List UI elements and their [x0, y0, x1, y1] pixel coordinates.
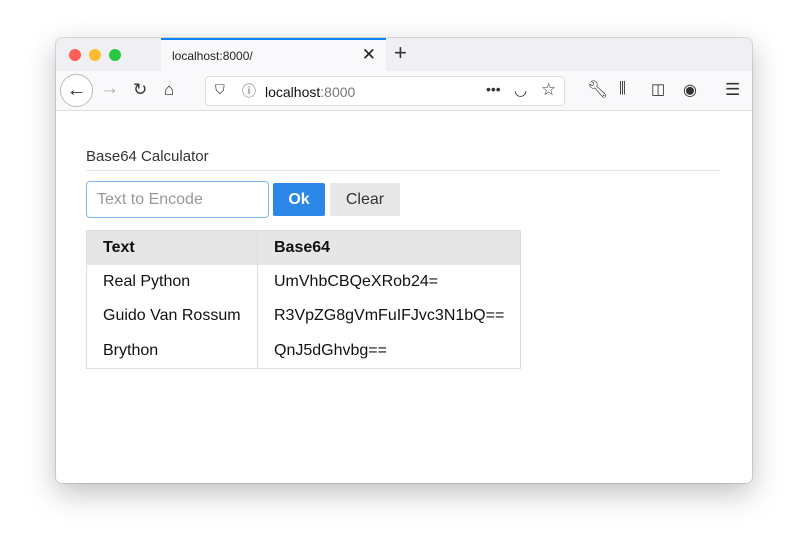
url-port: :8000 [320, 84, 356, 100]
tab-title: localhost:8000/ [172, 49, 253, 63]
header-base64: Base64 [257, 230, 521, 265]
table-row: Brython QnJ5dGhvbg== [86, 333, 521, 368]
forward-icon[interactable]: → [100, 78, 119, 100]
info-icon[interactable]: ⓘ [242, 81, 256, 101]
new-tab-icon[interactable]: + [394, 40, 407, 66]
cell-text: Real Python [86, 264, 258, 299]
minimize-window-button[interactable] [89, 49, 101, 61]
results-table: Text Base64 Real Python UmVhbCBQeXRob24= G… [86, 230, 521, 369]
maximize-window-button[interactable] [109, 49, 121, 61]
text-to-encode-input[interactable] [86, 181, 269, 218]
home-icon[interactable]: ⌂ [164, 80, 174, 100]
reload-icon[interactable]: ↻ [133, 80, 147, 100]
cell-base64: QnJ5dGhvbg== [274, 341, 387, 359]
url-bar[interactable]: ⛉ ⓘ localhost:8000 ••• ◡ ☆ [205, 76, 565, 106]
bookmark-star-icon[interactable]: ☆ [541, 80, 556, 100]
tab-strip: localhost:8000/ ✕ + [56, 38, 752, 71]
close-tab-icon[interactable]: ✕ [362, 45, 376, 65]
cell-base64: UmVhbCBQeXRob24= [274, 272, 439, 290]
page-content: Base64 Calculator Ok Clear TextBase64 Re… [56, 112, 752, 483]
account-icon[interactable]: ◉ [683, 80, 697, 100]
tab-localhost[interactable]: localhost:8000/ ✕ [161, 38, 386, 71]
header-text: Text [86, 230, 258, 265]
browser-window: localhost:8000/ ✕ + ← → ↻ ⌂ ⛉ ⓘ localhos… [56, 38, 752, 483]
cell-text: Guido Van Rossum [86, 299, 258, 334]
url-host: localhost [265, 84, 321, 100]
divider [86, 170, 720, 171]
pocket-icon[interactable]: ◡ [514, 81, 527, 99]
clear-button[interactable]: Clear [330, 183, 400, 216]
shield-icon[interactable]: ⛉ [215, 82, 225, 98]
sidebar-icon[interactable]: ◫ [651, 80, 665, 98]
wrench-icon[interactable]: 🔧︎ [587, 80, 609, 100]
table-row: Real Python UmVhbCBQeXRob24= [86, 264, 521, 299]
nav-toolbar: ← → ↻ ⌂ ⛉ ⓘ localhost:8000 ••• ◡ ☆ 🔧︎ ⫼ … [56, 71, 752, 111]
cell-text: Brython [86, 333, 258, 368]
cell-base64: R3VpZG8gVmFuIFJvc3N1bQ== [274, 307, 505, 325]
back-icon[interactable]: ← [60, 74, 93, 107]
table-row: Guido Van Rossum R3VpZG8gVmFuIFJvc3N1bQ== [86, 299, 521, 334]
close-window-button[interactable] [69, 49, 81, 61]
more-icon[interactable]: ••• [486, 81, 501, 97]
menu-icon[interactable]: ☰ [725, 80, 740, 100]
library-icon[interactable]: ⫼ [619, 80, 626, 97]
ok-button[interactable]: Ok [273, 183, 325, 216]
page-title: Base64 Calculator [86, 148, 209, 165]
